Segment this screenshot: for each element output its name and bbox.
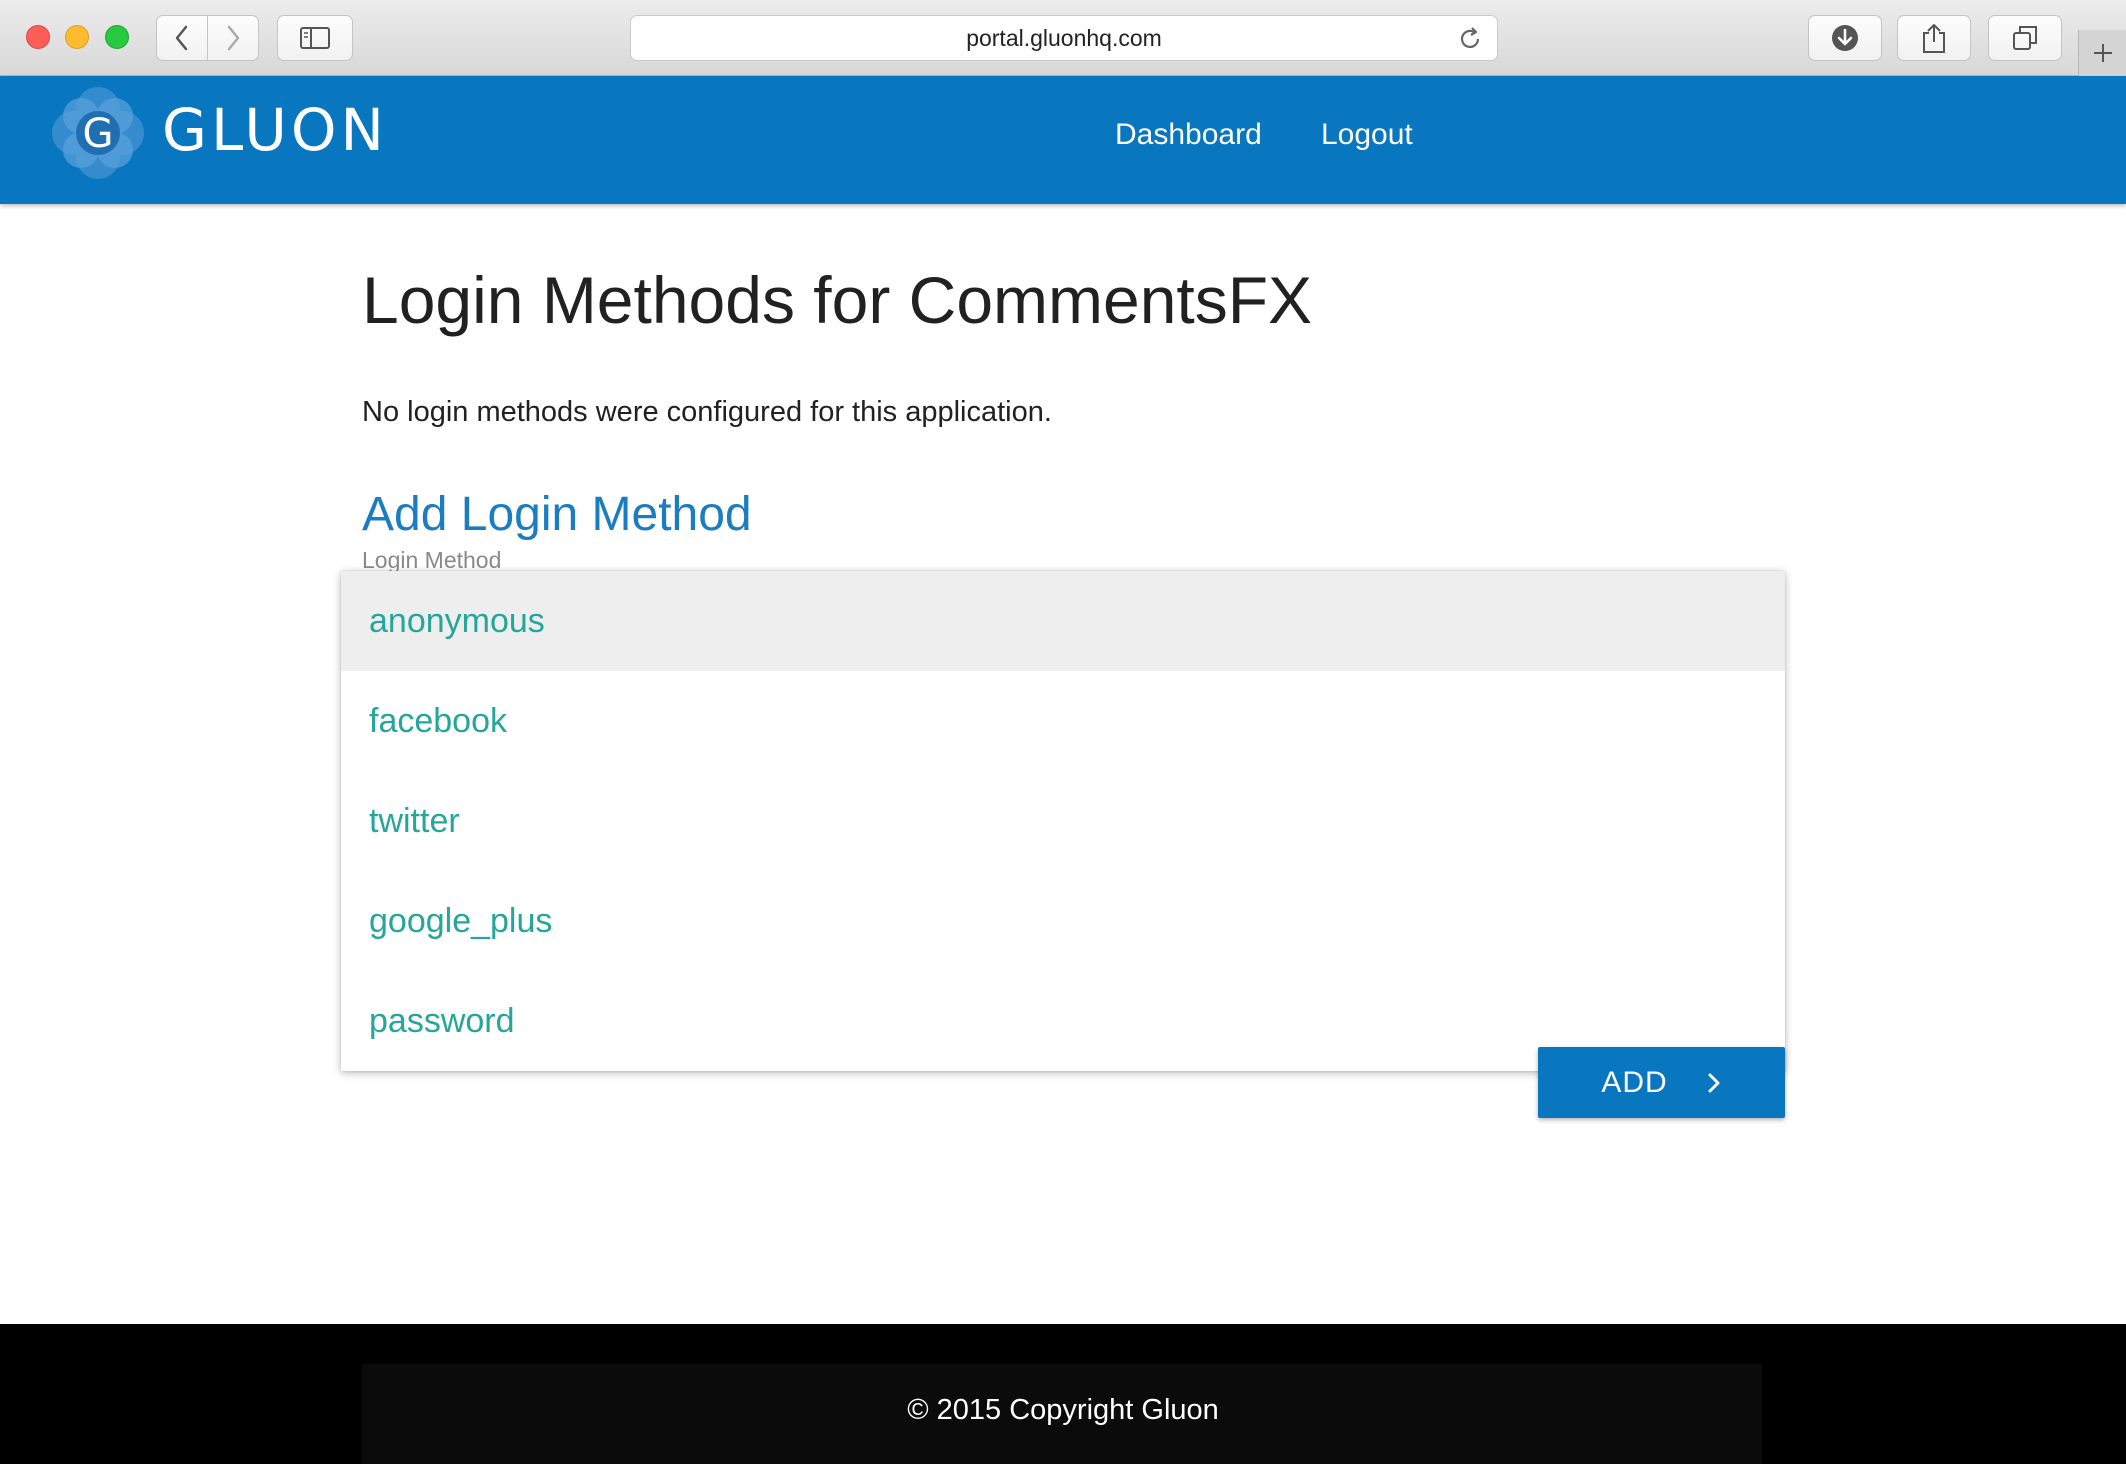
download-icon xyxy=(1832,25,1858,51)
dropdown-option-anonymous[interactable]: anonymous xyxy=(341,571,1785,671)
share-button[interactable] xyxy=(1897,15,1971,61)
show-tabs-button[interactable] xyxy=(1988,15,2062,61)
add-login-method-heading: Add Login Method xyxy=(362,488,752,541)
dropdown-option-twitter[interactable]: twitter xyxy=(341,771,1785,871)
nav-logout-link[interactable]: Logout xyxy=(1321,118,1413,152)
logo-letter: G xyxy=(83,111,114,157)
login-method-dropdown-menu[interactable]: anonymous facebook twitter google_plus p… xyxy=(341,571,1785,1071)
no-methods-message: No login methods were configured for thi… xyxy=(362,396,1052,428)
reload-icon[interactable] xyxy=(1457,26,1483,52)
logo-wordmark[interactable]: GLUON xyxy=(162,100,388,160)
url-text: portal.gluonhq.com xyxy=(966,24,1162,51)
add-button-label: ADD xyxy=(1601,1065,1668,1099)
back-button[interactable] xyxy=(156,15,208,61)
dropdown-option-facebook[interactable]: facebook xyxy=(341,671,1785,771)
address-bar[interactable]: portal.gluonhq.com xyxy=(630,15,1498,61)
login-method-label: Login Method xyxy=(362,547,502,573)
copyright-text: © 2015 Copyright Gluon xyxy=(907,1394,1219,1426)
new-tab-button[interactable] xyxy=(2078,30,2126,76)
page-title: Login Methods for CommentsFX xyxy=(362,263,1313,337)
downloads-button[interactable] xyxy=(1808,15,1882,61)
nav-dashboard-link[interactable]: Dashboard xyxy=(1115,118,1262,152)
add-button[interactable]: ADD xyxy=(1538,1047,1785,1118)
minimize-window-button[interactable] xyxy=(65,25,89,49)
chevron-right-icon xyxy=(1708,1073,1720,1092)
plus-icon xyxy=(2093,44,2112,62)
forward-button[interactable] xyxy=(207,15,259,61)
site-header: G GLUON Dashboard Logout xyxy=(0,76,2126,204)
maximize-window-button[interactable] xyxy=(105,25,129,49)
chevron-right-icon xyxy=(227,25,240,51)
dropdown-option-google-plus[interactable]: google_plus xyxy=(341,871,1785,971)
share-icon xyxy=(1923,24,1945,53)
close-window-button[interactable] xyxy=(26,25,50,49)
gluon-logo-icon[interactable]: G xyxy=(46,81,150,185)
sidebar-icon xyxy=(300,27,330,49)
browser-toolbar: portal.gluonhq.com xyxy=(0,0,2126,76)
sidebar-toggle-button[interactable] xyxy=(277,15,353,61)
chevron-left-icon xyxy=(175,25,188,51)
tabs-icon xyxy=(2013,26,2037,50)
